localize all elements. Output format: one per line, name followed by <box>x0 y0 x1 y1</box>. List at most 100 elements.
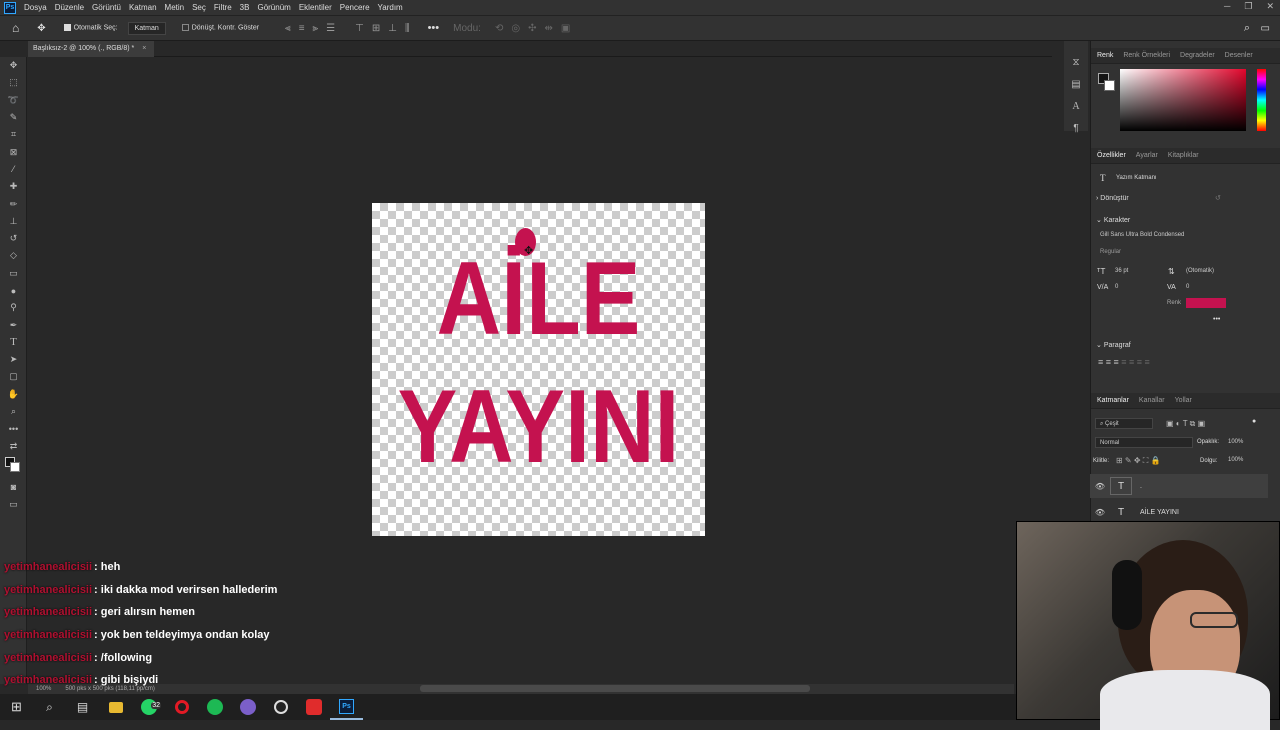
reset-transform-icon[interactable]: ↺ <box>1215 194 1221 202</box>
menu-pencere[interactable]: Pencere <box>340 3 370 12</box>
tab-katmanlar[interactable]: Katmanlar <box>1097 397 1129 404</box>
font-family-select[interactable]: Gill Sans Ultra Bold Condensed <box>1096 230 1224 241</box>
leading-field[interactable]: (Otomatik) <box>1182 266 1224 277</box>
photoshop-taskbar-icon[interactable]: Ps <box>330 694 363 720</box>
tab-renk[interactable]: Renk <box>1097 52 1113 59</box>
edit-toolbar-icon[interactable]: ••• <box>0 420 27 437</box>
tab-desenler[interactable]: Desenler <box>1225 52 1253 59</box>
font-size-field[interactable]: 36 pt <box>1111 266 1153 277</box>
distribute-vertical-icon[interactable]: ⫼ <box>405 23 410 34</box>
task-view-icon[interactable]: ▤ <box>66 694 99 720</box>
layer-filter-icons[interactable]: ▣ ◐ T ⧉ ▣ <box>1166 419 1205 429</box>
comments-panel-icon[interactable]: ▤ <box>1064 73 1088 95</box>
menu-yardim[interactable]: Yardım <box>378 3 403 12</box>
tab-kanallar[interactable]: Kanallar <box>1139 397 1165 404</box>
brush-tool-icon[interactable]: ✏ <box>0 195 27 212</box>
marquee-tool-icon[interactable]: ⬚ <box>0 74 27 91</box>
close-tab-icon[interactable]: × <box>142 45 146 52</box>
swap-colors-icon[interactable]: ⇄ <box>0 438 27 455</box>
text-color-swatch[interactable] <box>1186 298 1226 308</box>
history-panel-icon[interactable]: ⧖ <box>1064 51 1088 73</box>
media-app-icon[interactable] <box>297 694 330 720</box>
paragraph-section[interactable]: ⌄ Paragraf <box>1096 341 1131 349</box>
more-character-options[interactable]: ••• <box>1213 316 1220 323</box>
quick-mask-icon[interactable]: ◙ <box>0 478 27 495</box>
paragraph-panel-icon[interactable]: ¶ <box>1064 117 1088 139</box>
tab-renk-ornekleri[interactable]: Renk Örnekleri <box>1123 52 1170 59</box>
menu-dosya[interactable]: Dosya <box>24 3 47 12</box>
path-selection-tool-icon[interactable]: ➤ <box>0 351 27 368</box>
document-canvas[interactable]: AİLE YAYINI <box>372 203 705 536</box>
blur-tool-icon[interactable]: ● <box>0 282 27 299</box>
visibility-eye-icon[interactable]: 👁 <box>1090 508 1110 517</box>
whatsapp-icon[interactable]: 32 <box>132 694 165 720</box>
frame-tool-icon[interactable]: ⊠ <box>0 143 27 160</box>
character-panel-icon[interactable]: A <box>1064 95 1088 117</box>
menu-katman[interactable]: Katman <box>129 3 157 12</box>
file-explorer-icon[interactable] <box>99 694 132 720</box>
menu-duzenle[interactable]: Düzenle <box>55 3 84 12</box>
home-icon[interactable]: ⌂ <box>12 21 19 35</box>
foreground-background-color[interactable] <box>0 455 27 472</box>
kerning-field[interactable]: 0 <box>1111 282 1153 293</box>
visibility-eye-icon[interactable]: 👁 <box>1090 482 1110 491</box>
restore-icon[interactable]: ❐ <box>1244 1 1252 12</box>
align-middle-icon[interactable]: ⊞ <box>372 23 380 34</box>
close-icon[interactable]: ✕ <box>1266 1 1274 12</box>
layer-row[interactable]: 👁 T AİLE YAYINI <box>1090 501 1268 523</box>
discord-icon[interactable] <box>231 694 264 720</box>
menu-3b[interactable]: 3B <box>240 3 250 12</box>
gradient-tool-icon[interactable]: ▭ <box>0 265 27 282</box>
pen-tool-icon[interactable]: ✒ <box>0 316 27 333</box>
auto-select-checkbox[interactable]: Otomatik Seç: <box>60 22 122 33</box>
hand-tool-icon[interactable]: ✋ <box>0 386 27 403</box>
panel-background-swatch[interactable] <box>1104 80 1115 91</box>
fill-field[interactable]: 100% <box>1224 455 1256 466</box>
character-section[interactable]: ⌄ Karakter <box>1096 216 1130 224</box>
color-picker-field[interactable] <box>1120 69 1246 131</box>
windows-start-icon[interactable]: ⊞ <box>0 694 33 720</box>
filter-toggle-icon[interactable]: ● <box>1252 418 1256 425</box>
zoom-tool-icon[interactable]: ⌕ <box>0 403 27 420</box>
layer-row[interactable]: 👁 T . <box>1090 474 1268 498</box>
layer-select-dropdown[interactable]: Katman <box>127 21 166 35</box>
menu-sec[interactable]: Seç <box>192 3 206 12</box>
clone-stamp-tool-icon[interactable]: ⊥ <box>0 213 27 230</box>
crop-tool-icon[interactable]: ⌗ <box>0 126 27 143</box>
menu-filtre[interactable]: Filtre <box>214 3 232 12</box>
workspace-icon[interactable]: ▭ <box>1261 23 1270 34</box>
lasso-tool-icon[interactable]: ➰ <box>0 92 27 109</box>
blend-mode-select[interactable]: Normal <box>1095 437 1193 448</box>
tab-degradeler[interactable]: Degradeler <box>1180 52 1215 59</box>
transform-controls-checkbox[interactable]: Dönüşt. Kontr. Göster <box>178 22 263 33</box>
opera-browser-icon[interactable] <box>165 694 198 720</box>
eraser-tool-icon[interactable]: ◇ <box>0 247 27 264</box>
more-options-icon[interactable]: ••• <box>428 22 440 34</box>
history-brush-tool-icon[interactable]: ↺ <box>0 230 27 247</box>
spotify-icon[interactable] <box>198 694 231 720</box>
obs-icon[interactable] <box>264 694 297 720</box>
move-tool-icon[interactable]: ✥ <box>0 57 27 74</box>
tab-kitapliklar[interactable]: Kitaplıklar <box>1168 152 1199 159</box>
quick-select-tool-icon[interactable]: ✎ <box>0 109 27 126</box>
lock-icons[interactable]: ⊞ ✎ ✥ ⛶ 🔒 <box>1116 456 1161 466</box>
transform-section[interactable]: › Dönüştür <box>1096 195 1129 202</box>
tab-ayarlar[interactable]: Ayarlar <box>1136 152 1158 159</box>
type-tool-icon[interactable]: T <box>0 334 27 351</box>
tab-yollar[interactable]: Yollar <box>1175 397 1192 404</box>
align-top-icon[interactable]: ⊤ <box>355 23 364 34</box>
align-left-icon[interactable]: ⫷ <box>285 23 291 34</box>
menu-metin[interactable]: Metin <box>165 3 185 12</box>
hue-slider[interactable] <box>1257 69 1266 131</box>
search-icon[interactable]: ⌕ <box>1244 22 1250 35</box>
opacity-field[interactable]: 100% <box>1224 437 1256 448</box>
horizontal-scrollbar[interactable] <box>420 685 810 692</box>
menu-goruntu[interactable]: Görüntü <box>92 3 121 12</box>
align-bottom-icon[interactable]: ⊥ <box>388 23 397 34</box>
minimize-icon[interactable]: ─ <box>1224 1 1230 12</box>
menu-eklentiler[interactable]: Eklentiler <box>299 3 332 12</box>
move-tool-icon[interactable]: ✥ <box>37 23 45 34</box>
screen-mode-icon[interactable]: ▭ <box>0 495 27 512</box>
healing-brush-tool-icon[interactable]: ✚ <box>0 178 27 195</box>
menu-gorunum[interactable]: Görünüm <box>257 3 290 12</box>
